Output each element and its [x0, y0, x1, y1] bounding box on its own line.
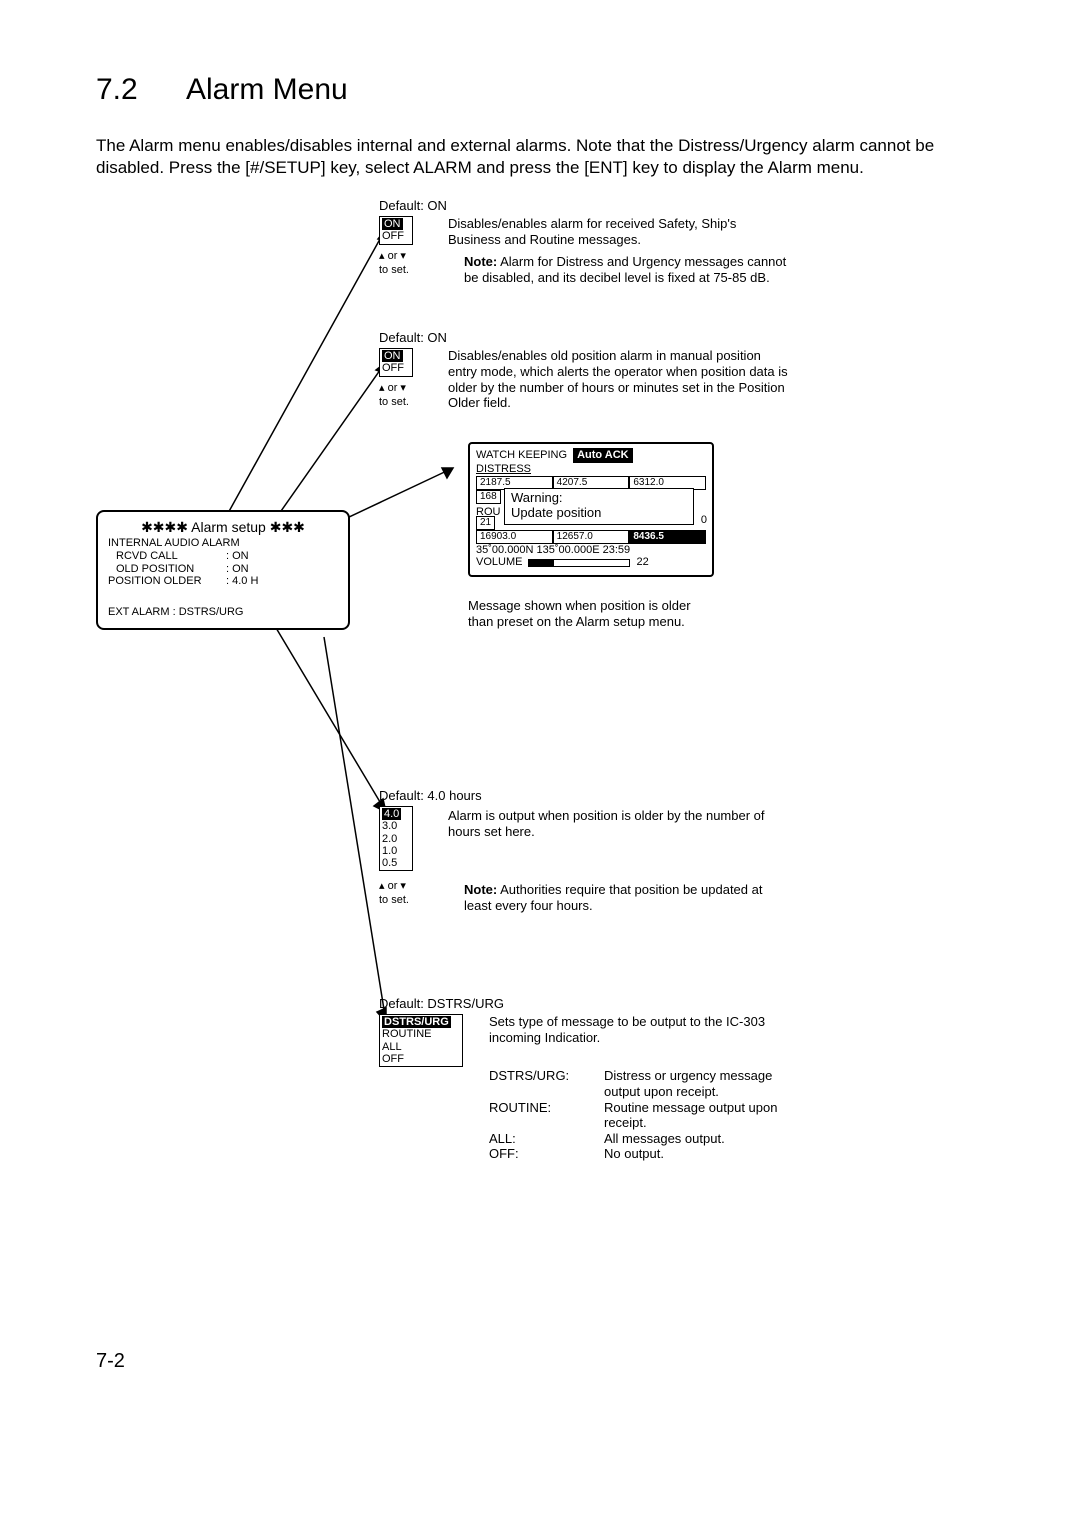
volume-bar: [528, 559, 630, 567]
block2-option-on: ON: [382, 350, 403, 362]
block4-opt-0: ROUTINE: [382, 1028, 432, 1040]
block3-opt-2: 2.0: [382, 833, 397, 845]
section-title: Alarm Menu: [186, 73, 348, 106]
block3-desc: Alarm is output when position is older b…: [448, 808, 768, 839]
block4-opt-sel: DSTRS/URG: [382, 1016, 451, 1028]
warning-line2: Update position: [511, 505, 687, 521]
volume-label: VOLUME: [476, 556, 522, 569]
block4-desc: Sets type of message to be output to the…: [489, 1014, 789, 1045]
volume-value: 22: [636, 556, 648, 569]
block1-default: Default: ON: [379, 198, 447, 214]
block4-opt-1: ALL: [382, 1041, 402, 1053]
watch-panel: WATCH KEEPING Auto ACK DISTRESS 2187.5 4…: [468, 442, 714, 577]
block3-opt-3: 1.0: [382, 845, 397, 857]
alarm-setup-box: ✱✱✱✱ Alarm setup ✱✱✱ INTERNAL AUDIO ALAR…: [96, 510, 350, 630]
watch-heading: WATCH KEEPING: [476, 449, 567, 462]
distress-label: DISTRESS: [476, 463, 706, 476]
block3-toset: to set.: [379, 894, 409, 906]
watch-r4b: 12657.0: [553, 530, 630, 544]
block1-desc: Disables/enables alarm for received Safe…: [448, 216, 778, 247]
row-position-older-value: : 4.0 H: [226, 575, 258, 588]
block2-arrows-text: ▴ or ▾: [379, 382, 406, 394]
t1v: Distress or urgency message output upon …: [604, 1068, 809, 1099]
block1-note-text: Alarm for Distress and Urgency messages …: [464, 254, 786, 285]
block2-arrow-hint: ▴ or ▾ to set.: [379, 382, 409, 408]
block3-arrow-hint: ▴ or ▾ to set.: [379, 880, 409, 906]
block3-note-text: Authorities require that position be upd…: [464, 882, 762, 913]
row-rcvd-call-label: RCVD CALL: [116, 550, 226, 563]
block2-option-box: ON OFF: [379, 348, 413, 376]
title-prefix: ✱✱✱✱: [141, 519, 188, 535]
block3-opt-0: 4.0: [382, 808, 401, 820]
block2-toset: to set.: [379, 396, 409, 408]
intro-paragraph: The Alarm menu enables/disables internal…: [96, 135, 984, 181]
watch-caption: Message shown when position is older tha…: [468, 598, 698, 629]
block4-terms: DSTRS/URG:Distress or urgency message ou…: [489, 1068, 809, 1162]
block1-arrows-text: ▴ or ▾: [379, 250, 406, 262]
block1-note-label: Note:: [464, 254, 497, 269]
watch-end-num: 0: [701, 514, 707, 527]
t4v: No output.: [604, 1146, 809, 1162]
title-center: Alarm setup: [191, 519, 266, 535]
block3-opt-4: 0.5: [382, 857, 397, 869]
row-old-position-label: OLD POSITION: [116, 563, 226, 576]
block2-default: Default: ON: [379, 330, 447, 346]
section-heading: 7.2Alarm Menu: [96, 70, 984, 111]
block3-option-box: 4.0 3.0 2.0 1.0 0.5: [379, 806, 413, 870]
internal-audio-alarm-label: INTERNAL AUDIO ALARM: [108, 537, 338, 550]
t3k: ALL:: [489, 1131, 604, 1147]
watch-r3a: 21: [476, 516, 495, 530]
block3-default: Default: 4.0 hours: [379, 788, 482, 804]
block4-option-box: DSTRS/URG ROUTINE ALL OFF: [379, 1014, 463, 1066]
alarm-setup-title-line: ✱✱✱✱ Alarm setup ✱✱✱: [108, 518, 338, 537]
diagram-area: ✱✱✱✱ Alarm setup ✱✱✱ INTERNAL AUDIO ALAR…: [96, 198, 984, 1318]
row-rcvd-call-value: : ON: [226, 550, 249, 563]
warning-overlay: Warning: Update position: [504, 488, 694, 525]
block3-note-label: Note:: [464, 882, 497, 897]
warning-line1: Warning:: [511, 490, 687, 506]
ext-alarm-line: EXT ALARM : DSTRS/URG: [108, 606, 338, 619]
block4-default: Default: DSTRS/URG: [379, 996, 504, 1012]
block1-note: Note: Alarm for Distress and Urgency mes…: [464, 254, 788, 285]
block1-option-on: ON: [382, 218, 403, 230]
t2k: ROUTINE:: [489, 1100, 604, 1131]
t1k: DSTRS/URG:: [489, 1068, 604, 1099]
section-number: 7.2: [96, 70, 186, 111]
block1-toset: to set.: [379, 264, 409, 276]
block1-arrow-hint: ▴ or ▾ to set.: [379, 250, 409, 276]
auto-ack-badge: Auto ACK: [573, 448, 633, 463]
block3-opt-1: 3.0: [382, 820, 397, 832]
t3v: All messages output.: [604, 1131, 809, 1147]
page-number: 7-2: [96, 1348, 984, 1375]
block1-option-box: ON OFF: [379, 216, 413, 244]
block3-note: Note: Authorities require that position …: [464, 882, 774, 913]
watch-position-line: 35˚00.000N 135˚00.000E 23:59: [476, 544, 706, 557]
row-old-position-value: : ON: [226, 563, 249, 576]
watch-r4a: 16903.0: [476, 530, 553, 544]
t4k: OFF:: [489, 1146, 604, 1162]
t2v: Routine message output upon receipt.: [604, 1100, 809, 1131]
title-suffix: ✱✱✱: [270, 519, 305, 535]
watch-r4c: 8436.5: [629, 530, 706, 544]
block2-option-off: OFF: [382, 362, 404, 374]
watch-r2a: 168: [476, 490, 501, 504]
block2-desc: Disables/enables old position alarm in m…: [448, 348, 788, 410]
block1-option-off: OFF: [382, 230, 404, 242]
block4-opt-2: OFF: [382, 1053, 404, 1065]
block3-arrows-text: ▴ or ▾: [379, 880, 406, 892]
row-position-older-label: POSITION OLDER: [108, 575, 226, 588]
